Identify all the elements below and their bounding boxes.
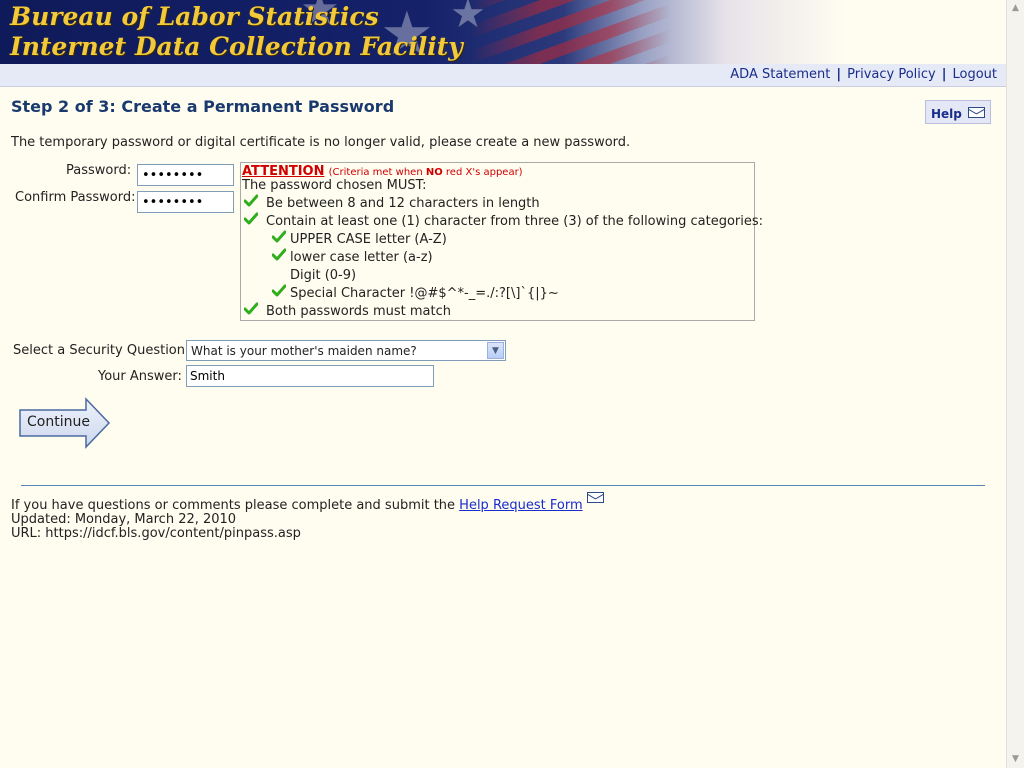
- attention-note: (Criteria met when NO red X's appear): [328, 167, 523, 178]
- password-input[interactable]: [137, 164, 234, 186]
- scroll-down-icon[interactable]: ▼: [1008, 752, 1023, 767]
- help-request-form-link[interactable]: Help Request Form: [459, 498, 582, 513]
- criteria-categories: Contain at least one (1) character from …: [266, 214, 764, 229]
- footer-updated: Updated: Monday, March 22, 2010: [11, 512, 237, 527]
- continue-button[interactable]: Continue: [18, 397, 112, 449]
- nav-separator: |: [941, 67, 947, 82]
- criteria-must-text: The password chosen MUST:: [242, 178, 427, 193]
- check-icon: [244, 212, 258, 225]
- confirm-password-label: Confirm Password:: [15, 190, 136, 205]
- criteria-length: Be between 8 and 12 characters in length: [266, 196, 540, 211]
- check-icon: [272, 284, 286, 297]
- help-label: Help: [931, 107, 962, 121]
- answer-label: Your Answer:: [98, 369, 182, 384]
- check-icon: [244, 302, 258, 315]
- envelope-icon: [968, 107, 985, 118]
- logout-link[interactable]: Logout: [952, 67, 997, 82]
- site-title-line2: Internet Data Collection Facility: [10, 32, 463, 61]
- scroll-up-icon[interactable]: ▲: [1008, 1, 1023, 16]
- ada-statement-link[interactable]: ADA Statement: [730, 67, 830, 82]
- confirm-password-input[interactable]: [137, 191, 234, 213]
- help-button[interactable]: Help: [925, 100, 991, 124]
- flag-stripes: [470, 0, 670, 64]
- criteria-upper: UPPER CASE letter (A-Z): [290, 232, 447, 247]
- check-icon: [272, 230, 286, 243]
- intro-text: The temporary password or digital certif…: [11, 135, 631, 150]
- footer-questions-text: If you have questions or comments please…: [11, 498, 460, 513]
- password-criteria-box: ATTENTION (Criteria met when NO red X's …: [240, 162, 763, 321]
- continue-label: Continue: [27, 414, 90, 430]
- header-banner: ★ ★ ★ Bureau of Labor Statistics Interne…: [0, 0, 1006, 64]
- footer-url: URL: https://idcf.bls.gov/content/pinpas…: [11, 526, 301, 541]
- page-title: Step 2 of 3: Create a Permanent Password: [11, 97, 395, 116]
- site-title-line1: Bureau of Labor Statistics: [10, 2, 379, 31]
- criteria-digit: Digit (0-9): [290, 268, 357, 283]
- criteria-special: Special Character !@#$^*-_=./:?[\]`{|}~: [290, 286, 559, 301]
- envelope-icon: [586, 492, 604, 503]
- security-question-label: Select a Security Question:: [13, 343, 190, 358]
- divider: [21, 485, 985, 486]
- top-nav: ADA Statement | Privacy Policy | Logout: [0, 64, 1006, 87]
- check-icon: [272, 248, 286, 261]
- attention-heading: ATTENTION: [242, 164, 325, 179]
- vertical-scrollbar[interactable]: ▲ ▼: [1006, 0, 1024, 768]
- criteria-lower: lower case letter (a-z): [290, 250, 433, 265]
- criteria-match: Both passwords must match: [266, 304, 451, 319]
- attention-row: ATTENTION (Criteria met when NO red X's …: [242, 164, 523, 179]
- security-question-value: What is your mother's maiden name?: [191, 344, 417, 358]
- privacy-policy-link[interactable]: Privacy Policy: [847, 67, 936, 82]
- chevron-down-icon[interactable]: ▼: [487, 342, 504, 359]
- security-question-select[interactable]: What is your mother's maiden name? ▼: [186, 340, 506, 361]
- nav-separator: |: [836, 67, 842, 82]
- footer-questions: If you have questions or comments please…: [11, 492, 604, 513]
- password-label: Password:: [66, 163, 132, 178]
- check-icon: [244, 194, 258, 207]
- answer-input[interactable]: [186, 365, 434, 387]
